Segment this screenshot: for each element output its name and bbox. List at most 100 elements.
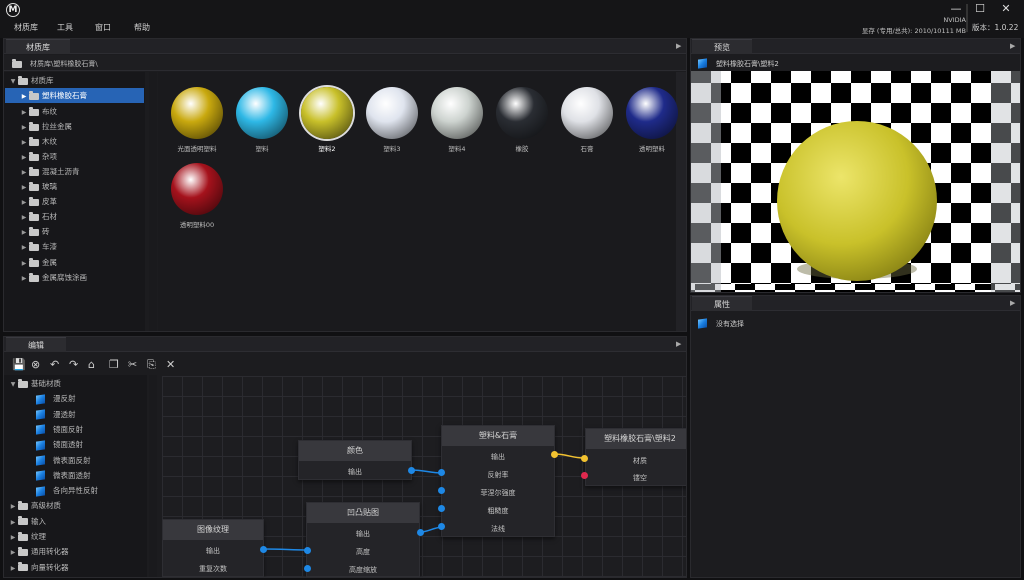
tab-editor[interactable]: 编辑 (6, 337, 66, 352)
material-cube-icon (36, 424, 45, 436)
cut-icon[interactable]: ✂ (128, 358, 137, 371)
node-tree-item[interactable]: ▶ 高级材质 (8, 498, 61, 513)
node-tree-item[interactable]: ▼ 基础材质 (8, 376, 61, 391)
tree-item[interactable]: ▶ 玻璃 (19, 179, 57, 194)
material-cube-icon (36, 485, 45, 497)
input-port[interactable] (304, 565, 311, 572)
port-label: 高度缩放 (349, 566, 377, 574)
node-output-material[interactable]: 塑料橡胶石膏\塑料2 材质 镂空 (585, 428, 686, 486)
menu-tools[interactable]: 工具 (57, 22, 73, 33)
title-divider (966, 4, 968, 32)
node-tree-item[interactable]: ▶ 向量转化器 (8, 560, 69, 575)
node-color[interactable]: 颜色 输出 (298, 440, 412, 480)
library-splitter[interactable] (149, 72, 157, 331)
output-port[interactable] (408, 467, 415, 474)
material-cube-icon (698, 318, 707, 329)
redo-icon[interactable]: ↷ (69, 358, 78, 371)
folder-icon (18, 531, 28, 541)
paste-icon[interactable]: ⎘ (147, 358, 156, 372)
tree-item-selected[interactable]: ▶ 塑料橡胶石膏 (5, 88, 144, 103)
node-tree-item[interactable]: 镜面反射 (36, 422, 83, 437)
node-tree-item[interactable]: ▶ 输入 (8, 514, 46, 529)
input-port[interactable] (438, 469, 445, 476)
editor-splitter[interactable] (149, 375, 157, 577)
tree-item-root[interactable]: ▼ 材质库 (8, 73, 54, 88)
node-image-texture[interactable]: 图像纹理 输出 重复次数 (162, 519, 264, 577)
input-port[interactable] (581, 455, 588, 462)
node-tree-item[interactable]: 微表面透射 (36, 468, 91, 483)
material-label: 塑料4 (448, 145, 466, 153)
material-sphere[interactable] (171, 163, 223, 215)
folder-icon (29, 121, 39, 131)
material-sphere[interactable] (626, 87, 678, 139)
properties-expand-icon[interactable]: ▶ (1010, 299, 1015, 307)
copy-icon[interactable]: ❐ (109, 358, 119, 371)
input-port[interactable] (438, 523, 445, 530)
tree-item[interactable]: ▶ 石材 (19, 209, 57, 224)
undo-icon[interactable]: ↶ (50, 358, 59, 371)
editor-expand-icon[interactable]: ▶ (676, 340, 681, 348)
material-sphere[interactable] (496, 87, 548, 139)
output-port[interactable] (551, 451, 558, 458)
close-button[interactable]: ✕ (996, 2, 1016, 16)
node-canvas[interactable]: 颜色 输出 图像纹理 输出 重复次数 凹凸贴图 输出 高度 高度缩放 塑料&石膏… (162, 376, 686, 577)
menu-library[interactable]: 材质库 (14, 22, 38, 33)
menu-window[interactable]: 窗口 (95, 22, 111, 33)
tree-item[interactable]: ▶ 拉丝金属 (19, 119, 72, 134)
editor-tab-bar (4, 337, 686, 352)
node-tree-item[interactable]: ▶ 纹理 (8, 529, 46, 544)
material-sphere[interactable] (366, 87, 418, 139)
folder-icon (29, 166, 39, 176)
tab-library[interactable]: 材质库 (6, 39, 70, 54)
tree-item[interactable]: ▶ 车漆 (19, 239, 57, 254)
output-port[interactable] (260, 546, 267, 553)
node-tree-item[interactable]: ▶ 通用转化器 (8, 544, 69, 559)
material-sphere[interactable] (431, 87, 483, 139)
node-plastic-plaster[interactable]: 塑料&石膏 输出 反射率 菲涅尔强度 粗糙度 法线 (441, 425, 555, 537)
input-port[interactable] (438, 487, 445, 494)
tree-item[interactable]: ▶ 混凝土沥青 (19, 164, 80, 179)
tree-item[interactable]: ▶ 砖 (19, 224, 50, 239)
preview-sphere (777, 121, 937, 281)
tab-preview[interactable]: 预览 (692, 39, 752, 54)
material-sphere[interactable] (301, 87, 353, 139)
input-port[interactable] (581, 472, 588, 479)
preview-render[interactable] (691, 71, 1020, 292)
tree-item[interactable]: ▶ 金属腐蚀涂画 (19, 270, 87, 285)
tree-item[interactable]: ▶ 金属 (19, 255, 57, 270)
folder-icon (29, 241, 39, 251)
clear-icon[interactable]: ⊗ (31, 358, 40, 371)
save-icon[interactable]: 💾 (12, 358, 26, 371)
menu-help[interactable]: 帮助 (134, 22, 150, 33)
material-cube-icon (36, 455, 45, 466)
version-label: 版本：1.0.22 (972, 23, 1019, 32)
node-tree-item[interactable]: 微表面反射 (36, 453, 91, 468)
preview-title: 塑料橡胶石膏\塑料2 (716, 60, 779, 68)
material-sphere[interactable] (236, 87, 288, 139)
maximize-button[interactable]: ☐ (970, 2, 990, 16)
node-title: 塑料橡胶石膏\塑料2 (586, 429, 686, 449)
node-bump-map[interactable]: 凹凸贴图 输出 高度 高度缩放 (306, 502, 420, 577)
material-cube-icon (36, 440, 45, 451)
node-tree-item[interactable]: 镜面透射 (36, 437, 83, 452)
material-sphere[interactable] (171, 87, 223, 139)
tree-item[interactable]: ▶ 杂项 (19, 149, 57, 164)
preview-expand-icon[interactable]: ▶ (1010, 42, 1015, 50)
minimize-button[interactable]: — (946, 2, 966, 16)
output-port[interactable] (417, 529, 424, 536)
library-expand-icon[interactable]: ▶ (676, 42, 681, 50)
library-path: 材质库\塑料橡胶石膏\ (30, 60, 98, 68)
tree-item[interactable]: ▶ 布纹 (19, 104, 57, 119)
material-sphere[interactable] (561, 87, 613, 139)
tree-item[interactable]: ▶ 木纹 (19, 134, 57, 149)
delete-icon[interactable]: ✕ (166, 358, 175, 371)
node-tree-item[interactable]: 漫透射 (36, 407, 76, 422)
input-port[interactable] (438, 505, 445, 512)
home-icon[interactable]: ⌂ (88, 358, 95, 371)
tab-properties[interactable]: 属性 (692, 296, 752, 311)
node-tree-item[interactable]: 各向异性反射 (36, 483, 98, 498)
node-tree-item[interactable]: 漫反射 (36, 391, 76, 406)
input-port[interactable] (304, 547, 311, 554)
material-cube-icon (36, 394, 45, 405)
tree-item[interactable]: ▶ 皮革 (19, 194, 57, 209)
